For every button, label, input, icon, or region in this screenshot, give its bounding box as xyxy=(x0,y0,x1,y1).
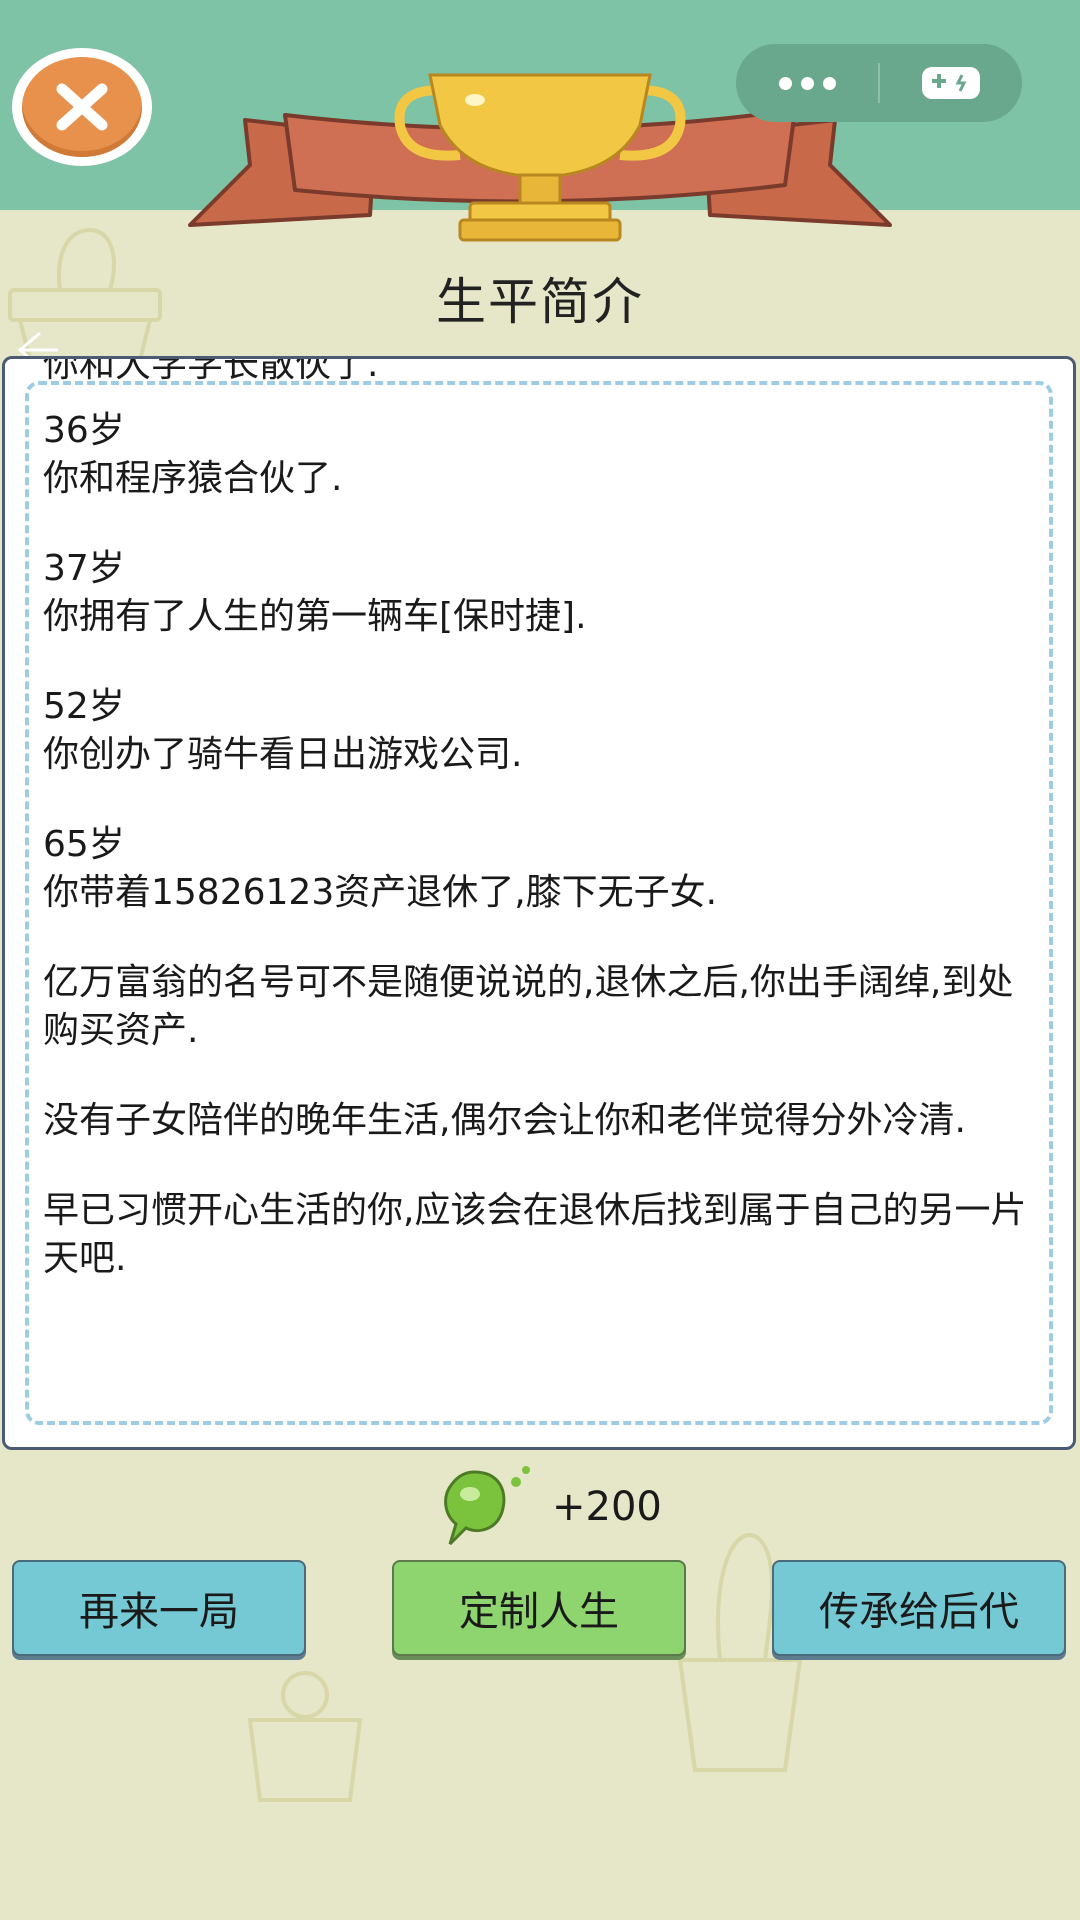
close-icon xyxy=(56,83,108,131)
game-center-button[interactable] xyxy=(880,44,1022,122)
replay-button[interactable]: 再来一局 xyxy=(12,1560,306,1656)
bio-text: 你拥有了人生的第一辆车[保时捷]. xyxy=(43,596,587,637)
biography-scroll-area[interactable]: 你和大学学长散伙了. 36岁 你和程序猿合伙了. 37岁 你拥有了人生的第一辆车… xyxy=(43,359,1033,1419)
bio-paragraph-text: 早已习惯开心生活的你,应该会在退休后找到属于自己的另一片天吧. xyxy=(43,1190,1027,1279)
flower-pot-decoration xyxy=(247,1671,363,1802)
bio-entry: 36岁 你和程序猿合伙了. xyxy=(43,407,1033,503)
bio-entry: 52岁 你创办了骑牛看日出游戏公司. xyxy=(43,683,1033,779)
biography-panel[interactable]: 你和大学学长散伙了. 36岁 你和程序猿合伙了. 37岁 你拥有了人生的第一辆车… xyxy=(2,356,1076,1450)
bio-text: 你创办了骑牛看日出游戏公司. xyxy=(43,734,523,775)
customize-life-button[interactable]: 定制人生 xyxy=(392,1560,686,1656)
close-button[interactable] xyxy=(12,48,152,166)
bio-age: 65岁 xyxy=(43,824,125,865)
more-dots-icon xyxy=(778,76,836,90)
partial-bio-line: 你和大学学长散伙了. xyxy=(43,359,379,385)
bio-paragraph: 没有子女陪伴的晚年生活,偶尔会让你和老伴觉得分外冷清. xyxy=(43,1097,1033,1145)
bio-paragraph-text: 没有子女陪伴的晚年生活,偶尔会让你和老伴觉得分外冷清. xyxy=(43,1100,966,1141)
bio-entry: 37岁 你拥有了人生的第一辆车[保时捷]. xyxy=(43,545,1033,641)
green-bean-icon xyxy=(444,1466,530,1546)
reward-amount: +200 xyxy=(552,1484,662,1530)
bio-age: 52岁 xyxy=(43,686,125,727)
reward-display: +200 xyxy=(436,1462,662,1552)
gamepad-icon xyxy=(922,67,980,99)
bio-paragraph-text: 亿万富翁的名号可不是随便说说的,退休之后,你出手阔绰,到处购买资产. xyxy=(43,962,1014,1051)
mini-program-capsule xyxy=(736,44,1022,122)
bio-text: 你和程序猿合伙了. xyxy=(43,458,343,499)
bio-paragraph: 亿万富翁的名号可不是随便说说的,退休之后,你出手阔绰,到处购买资产. xyxy=(43,959,1033,1055)
inherit-button[interactable]: 传承给后代 xyxy=(772,1560,1066,1656)
more-menu-button[interactable] xyxy=(736,44,878,122)
bio-paragraph: 早已习惯开心生活的你,应该会在退休后找到属于自己的另一片天吧. xyxy=(43,1187,1033,1283)
bio-text: 你带着15826123资产退休了,膝下无子女. xyxy=(43,872,718,913)
page-title: 生平简介 xyxy=(436,273,644,331)
bio-age: 36岁 xyxy=(43,410,125,451)
bio-age: 37岁 xyxy=(43,548,125,589)
bio-entry: 65岁 你带着15826123资产退休了,膝下无子女. xyxy=(43,821,1033,917)
